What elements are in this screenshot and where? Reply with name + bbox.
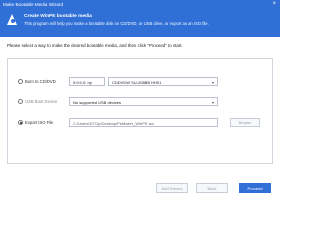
iso-path-value: C:\Users\DTOp\Desktop\PeMaker_WinPE.iso [73, 121, 154, 126]
option-iso[interactable]: Export ISO File C:\Users\DTOp\Desktop\Pe… [18, 118, 268, 128]
cd-dvd-label[interactable]: Burn to CD/DVD [25, 79, 56, 84]
browse-button[interactable]: Browse [230, 118, 260, 127]
usb-device-value: No supported USB devices [73, 100, 122, 105]
usb-radio[interactable] [18, 99, 23, 104]
iso-radio[interactable] [18, 120, 23, 125]
wizard-banner: Create WinPE bootable media This program… [0, 10, 280, 37]
add-drivers-button[interactable]: Add Drivers [156, 183, 188, 193]
cd-dvd-radio[interactable] [18, 79, 23, 84]
winpe-logo-icon [6, 14, 19, 26]
usb-label[interactable]: USB Boot Device [25, 99, 57, 104]
title-bar: Make Bootable Media Wizard × [0, 0, 280, 10]
iso-path-field[interactable]: C:\Users\DTOp\Desktop\PeMaker_WinPE.iso [69, 118, 218, 127]
banner-subtitle: This program will help you make a bootab… [24, 21, 209, 26]
cd-drive-select[interactable]: 0:0:0,0: hp [69, 77, 105, 86]
media-options-panel: Burn to CD/DVD 0:0:0,0: hp CDDVDW SU-208… [7, 58, 273, 164]
chevron-down-icon: ▾ [211, 80, 214, 85]
proceed-button[interactable]: Proceed [239, 183, 271, 193]
option-usb[interactable]: USB Boot Device No supported USB devices… [18, 97, 268, 107]
cd-device-select[interactable]: CDDVDW SU-208BB HH01 ▾ [108, 77, 218, 86]
chevron-down-icon: ▾ [211, 100, 214, 105]
wizard-footer: Add Drivers Back Proceed [0, 173, 280, 200]
instruction-text: Please select a way to make the desired … [7, 43, 183, 48]
window-title: Make Bootable Media Wizard [3, 2, 64, 7]
back-button[interactable]: Back [196, 183, 228, 193]
cd-drive-value: 0:0:0,0: hp [73, 80, 92, 85]
banner-heading: Create WinPE bootable media [24, 14, 92, 19]
cd-device-value: CDDVDW SU-208BB HH01 [112, 80, 162, 85]
iso-label[interactable]: Export ISO File [25, 120, 53, 125]
option-cd-dvd[interactable]: Burn to CD/DVD 0:0:0,0: hp CDDVDW SU-208… [18, 77, 268, 87]
close-icon[interactable]: × [272, 1, 276, 8]
usb-device-select[interactable]: No supported USB devices ▾ [69, 97, 218, 106]
